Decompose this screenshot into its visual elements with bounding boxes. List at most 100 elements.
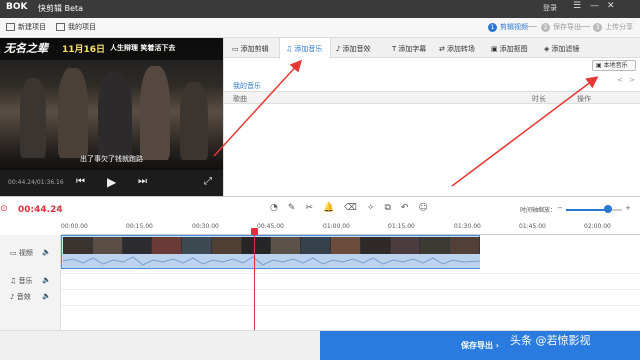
my-projects-label: 我的项目 [68,23,96,31]
time-readout: 00:44.24/01:36.16 [8,179,64,186]
playhead-handle[interactable] [251,228,258,235]
tab-add-cutout[interactable]: ▣ 添加抠图 [491,38,528,58]
speaker-icon[interactable]: 🔈 [42,292,51,300]
ruler-tick: 01:00.00 [323,223,350,230]
step-edit-video[interactable]: 1 剪辑视频 [488,22,528,32]
feature-tabs: ▭ 添加剪辑 ♫ 添加音乐 ♪ 添加音效 T 添加字幕 ⇄ 添加转场 ▣ 添加抠图 ◈ 添加滤… [224,38,640,59]
column-action: 操作 [577,95,591,103]
step-upload-share[interactable]: 3 上传分享 [593,22,633,32]
effects-icon[interactable]: ✧ [367,203,375,213]
movie-banner: 无名之辈 11月16日 人生辩理 笑着活下去 [0,38,223,60]
track-labels: ▭ 视频 🔈 ♫ 音乐 🔈 ♪ 音效 🔈 [0,235,61,331]
nav-next-icon[interactable]: > [629,76,635,84]
bell-icon[interactable]: 🔔 [323,203,334,213]
tab-label: 添加剪辑 [240,45,269,53]
watermark: 头条 @若惊影视 [510,334,591,347]
edit-tools: ◔ ✎ ✂ 🔔 ⌫ ✧ ⧉ ↶ ☺ [270,203,428,213]
my-music-title[interactable]: 我的音乐 [233,81,261,91]
zoom-out-icon[interactable]: − [557,204,563,212]
emoji-icon[interactable]: ☺ [418,203,427,213]
toolbar: 新建项目 我的项目 1 剪辑视频 2 保存导出 3 上传分享 [0,18,640,38]
tab-add-clip[interactable]: ▭ 添加剪辑 [232,38,269,58]
video-clip[interactable] [61,235,481,269]
my-projects-button[interactable]: 我的项目 [56,22,96,32]
tab-label: 添加抠图 [499,45,528,53]
assets-panel: ▭ 添加剪辑 ♫ 添加音乐 ♪ 添加音效 T 添加字幕 ⇄ 添加转场 ▣ 添加抠图 ◈ 添加滤… [223,38,640,196]
step-label: 保存导出 [553,23,581,31]
player-controls: 00:44.24/01:36.16 ⏮ ▶ ⏭ ⤢ [0,170,223,196]
minimize-icon[interactable]: — [590,1,599,11]
tab-label: 添加音效 [342,45,371,53]
tab-add-filter[interactable]: ◈ 添加滤镜 [544,38,579,58]
new-project-button[interactable]: 新建项目 [6,22,46,32]
local-music-button[interactable]: ▣ 本地音乐 [592,60,636,71]
app-title: 快剪辑 Beta [38,4,83,13]
step-label: 上传分享 [605,23,633,31]
zoom-slider-handle[interactable] [604,205,612,213]
tab-label: 添加转场 [446,45,475,53]
music-icon: ♫ [286,45,293,53]
track-label-text: 音效 [16,293,31,301]
delete-icon[interactable]: ⌫ [344,203,357,213]
new-project-icon [6,23,15,31]
tab-label: 添加音乐 [294,45,323,53]
clip-thumbnail [390,237,421,254]
next-frame-icon[interactable]: ⏭ [138,176,147,187]
scene-figure [180,82,208,160]
column-song: 歌曲 [233,95,247,103]
transition-icon: ⇄ [439,45,445,53]
copy-icon[interactable]: ⧉ [384,203,390,213]
nav-prev-icon[interactable]: < [617,76,623,84]
step-divider [527,26,537,27]
step-save-export[interactable]: 2 保存导出 [541,22,581,32]
audio-waveform [62,254,481,268]
speed-icon[interactable]: ◔ [270,203,278,213]
pen-icon[interactable]: ✎ [288,203,296,213]
track-music: ♫ 音乐 🔈 [10,276,51,286]
tab-add-transition[interactable]: ⇄ 添加转场 [439,38,475,58]
folder-icon [56,23,65,31]
fullscreen-icon[interactable]: ⤢ [204,176,212,187]
ruler-tick: 01:45.00 [519,223,546,230]
menu-icon[interactable]: ☰ [573,1,581,11]
scene-figure [98,72,132,160]
zoom-in-icon[interactable]: + [625,204,631,212]
zoom-label: 时间轴缩放： [520,207,557,214]
video-frame[interactable]: 无名之辈 11月16日 人生辩理 笑着活下去 出了事欠了钱就跑路 [0,38,223,172]
scene-figure [58,68,88,158]
track-divider [61,273,640,274]
zoom-slider[interactable] [566,209,622,211]
sound-effect-track-icon: ♪ [10,293,15,301]
undo-icon[interactable]: ↶ [401,203,409,213]
close-icon[interactable]: ✕ [607,1,615,11]
tab-add-sound-effect[interactable]: ♪ 添加音效 [336,38,370,58]
clip-thumbnail [331,237,361,254]
save-export-button[interactable]: 保存导出 › [320,331,640,360]
track-label-text: 视频 [18,249,33,257]
title-bar: ΒOK 快剪辑 Beta 登录 ☰ — ✕ [0,0,640,18]
step-number: 2 [541,22,550,32]
clip-icon: ▭ [232,45,239,53]
local-music-label: 本地音乐 [603,62,628,69]
sound-effect-icon: ♪ [336,45,341,53]
scissors-icon[interactable]: ✂ [305,203,313,213]
scene-figure [20,78,46,158]
column-duration: 时长 [532,95,546,103]
previous-frame-icon[interactable]: ⏮ [76,176,85,187]
movie-tagline: 人生辩理 笑着活下去 [110,44,176,52]
video-preview-panel: 无名之辈 11月16日 人生辩理 笑着活下去 出了事欠了钱就跑路 00:44.2… [0,38,223,196]
speaker-icon[interactable]: 🔈 [42,276,51,284]
edit-time-icon[interactable]: ✎ [56,205,62,213]
clip-thumbnail [182,237,212,254]
clip-thumbnail [301,237,332,254]
clip-thumbnails [63,237,480,254]
time-ruler[interactable]: 00:00.00 00:15.00 00:30.00 00:45.00 01:0… [61,223,640,235]
step-number: 3 [593,22,602,32]
tab-add-subtitle[interactable]: T 添加字幕 [392,38,426,58]
play-icon[interactable]: ▶ [107,175,116,189]
login-link[interactable]: 登录 [543,3,557,13]
speaker-icon[interactable]: 🔈 [42,248,51,256]
clip-thumbnail [271,237,302,254]
clip-thumbnail [420,237,451,254]
tab-add-music[interactable]: ♫ 添加音乐 [279,38,331,59]
